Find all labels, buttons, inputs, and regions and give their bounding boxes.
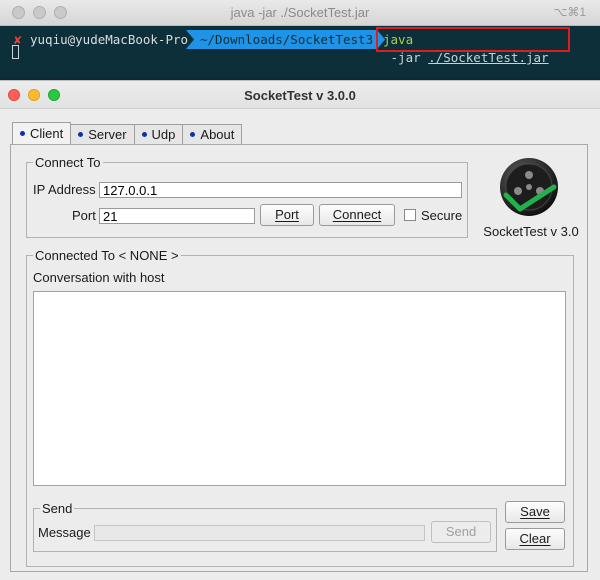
highlighted-command: java -jar ./SocketTest.jar	[376, 27, 570, 65]
send-group: Send Message Send	[33, 501, 497, 552]
port-button[interactable]: Port	[260, 204, 314, 226]
conversation-textarea[interactable]	[33, 291, 566, 486]
save-button[interactable]: Save	[505, 501, 565, 523]
clear-button[interactable]: Clear	[505, 528, 565, 550]
connect-to-group: Connect To IP Address Port Port Connect …	[26, 155, 468, 238]
tab-dot-icon	[141, 132, 147, 137]
terminal-shortcut: ⌥⌘1	[553, 5, 586, 19]
tab-server[interactable]: Server	[70, 124, 135, 144]
tab-label: Server	[88, 127, 127, 142]
terminal-prompt: ✘ yuqiu@yudeMacBook-Pro ~/Downloads/Sock…	[0, 27, 600, 65]
sockettest-window: SocketTest v 3.0.0 Client Server Udp Abo…	[0, 80, 600, 580]
ip-address-input[interactable]	[99, 182, 462, 198]
send-button[interactable]: Send	[431, 521, 491, 543]
message-label: Message	[38, 525, 91, 540]
command-flag: -jar	[383, 50, 429, 65]
sockettest-logo-icon	[500, 158, 558, 216]
tab-about[interactable]: About	[182, 124, 243, 144]
prompt-user: yuqiu@yudeMacBook-Pro	[30, 32, 189, 47]
conversation-label: Conversation with host	[33, 270, 165, 285]
tab-label: Udp	[151, 127, 176, 142]
port-label: Port	[72, 208, 96, 223]
terminal-title: java -jar ./SocketTest.jar	[230, 5, 370, 20]
app-title: SocketTest v 3.0.0	[244, 88, 356, 103]
send-legend: Send	[40, 501, 75, 516]
logo-caption: SocketTest v 3.0	[483, 224, 579, 239]
connected-group: Connected To < NONE > Conversation with …	[26, 248, 574, 567]
connected-legend: Connected To < NONE >	[33, 248, 181, 263]
tab-bar: Client Server Udp About	[12, 122, 243, 144]
secure-checkbox[interactable]	[404, 209, 416, 221]
command-java: java	[383, 32, 414, 47]
message-input[interactable]	[94, 525, 425, 541]
terminal-cursor	[12, 45, 19, 59]
connect-to-legend: Connect To	[33, 155, 103, 170]
ip-address-label: IP Address	[33, 182, 96, 197]
tab-dot-icon	[78, 132, 84, 137]
port-input[interactable]	[99, 208, 255, 224]
tab-client[interactable]: Client	[12, 122, 72, 144]
tab-dot-icon	[20, 131, 25, 136]
prompt-path: ~/Downloads/SocketTest3	[186, 30, 385, 49]
terminal-window: java -jar ./SocketTest.jar ⌥⌘1 ✘ yuqiu@y…	[0, 0, 600, 92]
secure-label: Secure	[421, 208, 463, 223]
tab-udp[interactable]: Udp	[133, 124, 184, 144]
tab-label: About	[200, 127, 235, 142]
terminal-titlebar: java -jar ./SocketTest.jar ⌥⌘1	[0, 0, 600, 26]
tab-dot-icon	[190, 132, 196, 137]
tab-label: Client	[30, 126, 64, 141]
command-file: ./SocketTest.jar	[428, 50, 549, 65]
connect-button[interactable]: Connect	[319, 204, 395, 226]
app-titlebar: SocketTest v 3.0.0	[0, 81, 600, 109]
